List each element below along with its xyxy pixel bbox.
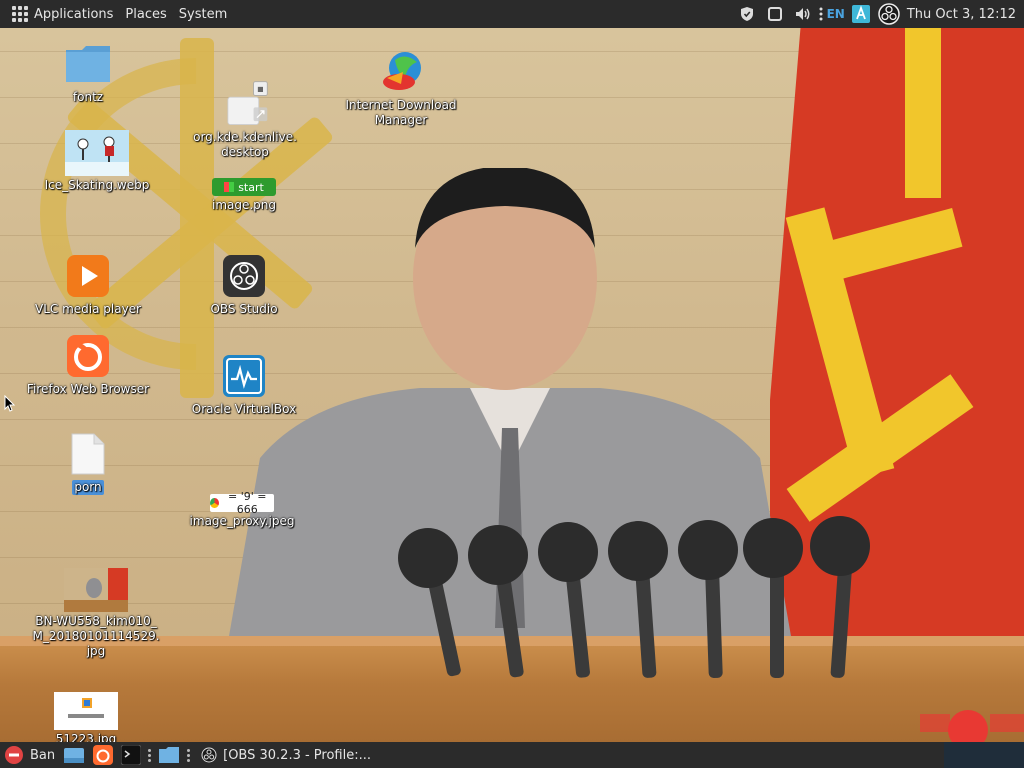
desktop-icon-label: Ice_Skating.webp (44, 178, 150, 192)
desktop-icon-virtualbox[interactable]: Oracle VirtualBox (184, 352, 304, 417)
mouse-cursor-icon (4, 395, 16, 412)
desktop-icon-51223[interactable]: 51223.jpg (44, 692, 128, 742)
language-indicator[interactable]: EN (827, 3, 845, 25)
places-menu[interactable]: Places (119, 0, 172, 28)
desktop-icon-label: image_proxy.jpeg (189, 514, 295, 528)
microphone (770, 568, 784, 678)
apps-grid-icon (12, 6, 28, 22)
image-thumbnail-icon: = '9' = 666 (210, 490, 274, 516)
top-panel: Applications Places System EN Thu Oct 3,… (0, 0, 1024, 28)
ban-button[interactable]: Ban (0, 742, 59, 768)
desktop-icon-label: Firefox Web Browser (26, 382, 150, 396)
desktop-icon-label: image.png (211, 198, 277, 212)
microphone (608, 521, 668, 581)
thumbnail-text: start (238, 180, 264, 194)
flag-fringe (905, 28, 941, 198)
places-menu-label: Places (125, 6, 167, 22)
desktop-icon-firefox[interactable]: Firefox Web Browser (20, 332, 156, 397)
background-flag (770, 28, 1024, 648)
image-thumbnail-icon: start (212, 178, 276, 196)
desktop-icon-label: VLC media player (34, 302, 141, 316)
launcher-terminal[interactable] (117, 742, 145, 768)
clock[interactable]: Thu Oct 3, 12:12 (903, 7, 1024, 22)
workspace-switcher[interactable] (944, 742, 1024, 768)
launcher-folder[interactable] (154, 742, 184, 768)
shield-icon[interactable] (736, 3, 758, 25)
system-tray: EN Thu Oct 3, 12:12 (733, 0, 1024, 28)
bottom-taskbar: Ban [OBS 30.2.3 - Profile:... (0, 742, 1024, 768)
desktop-file-icon (221, 80, 269, 128)
desktop-icon-image-proxy[interactable]: = '9' = 666 image_proxy.jpeg (182, 490, 302, 529)
applications-menu-label: Applications (34, 6, 114, 22)
firefox-icon (64, 332, 112, 380)
window-icon[interactable] (764, 3, 786, 25)
desktop-icon-label: fontz (72, 90, 104, 104)
taskbar-window-obs[interactable]: [OBS 30.2.3 - Profile:... (193, 742, 379, 768)
desktop-icon-obs[interactable]: OBS Studio (196, 252, 292, 317)
taskbar-separator (148, 748, 152, 762)
desktop-icon-label: OBS Studio (210, 302, 278, 316)
applications-menu[interactable]: Applications (0, 0, 119, 28)
idm-icon (377, 48, 425, 96)
desktop-icon-fontz[interactable]: fontz (38, 40, 138, 105)
desktop-icon-label: BN-WU558_kim010_ M_20180101114529. jpg (32, 614, 160, 658)
obs-icon (220, 252, 268, 300)
virtualbox-icon (220, 352, 268, 400)
thumbnail-text: = '9' = 666 (228, 490, 267, 516)
taskbar-window-title: [OBS 30.2.3 - Profile:... (223, 747, 372, 763)
ban-label: Ban (30, 747, 56, 763)
menu-dots-icon[interactable] (818, 3, 824, 25)
desktop-icon-vlc[interactable]: VLC media player (28, 252, 148, 317)
image-thumbnail-icon (65, 130, 129, 176)
system-menu-label: System (178, 6, 228, 22)
desktop-icon-ice-skating[interactable]: Ice_Skating.webp (38, 130, 156, 193)
launcher-files[interactable] (59, 742, 89, 768)
taskbar-separator (187, 748, 191, 762)
system-menu[interactable]: System (173, 0, 233, 28)
desktop-icon-label: Oracle VirtualBox (191, 402, 297, 416)
desktop-icon-idm[interactable]: Internet Download Manager (340, 48, 462, 128)
image-thumbnail-icon (54, 692, 118, 730)
chrome-icon (210, 498, 219, 508)
desktop-icon-kdenlive[interactable]: org.kde.kdenlive. desktop (186, 80, 304, 160)
microphone (468, 525, 528, 585)
desktop-icon-label: 51223.jpg (55, 732, 117, 742)
stop-icon (5, 746, 23, 764)
desktop-icon-label: org.kde.kdenlive. desktop (193, 130, 297, 159)
desktop-icon-label: porn (72, 480, 104, 495)
folder-small-icon (159, 747, 180, 763)
files-icon (64, 748, 85, 763)
launcher-firefox[interactable] (89, 742, 117, 768)
microphone (538, 522, 598, 582)
text-file-icon (64, 430, 112, 478)
image-thumbnail-icon (64, 568, 128, 612)
start-flag-icon (224, 182, 235, 192)
obs-tray-icon[interactable] (878, 3, 900, 25)
microphone (810, 516, 870, 576)
desktop-icon-image-png[interactable]: start image.png (196, 178, 292, 213)
terminal-icon (121, 745, 142, 765)
keyboard-icon[interactable] (850, 3, 872, 25)
desktop-icon-porn[interactable]: porn (48, 430, 128, 495)
desktop-icon-label: Internet Download Manager (345, 98, 457, 127)
folder-icon (64, 40, 112, 88)
microphone (678, 520, 738, 580)
firefox-small-icon (93, 745, 114, 765)
broadcast-logo (920, 710, 1024, 742)
obs-small-icon (201, 747, 217, 763)
microphone (398, 528, 458, 588)
microphone (743, 518, 803, 578)
vlc-icon (64, 252, 112, 300)
volume-icon[interactable] (792, 3, 814, 25)
desktop-icon-bn-image[interactable]: BN-WU558_kim010_ M_20180101114529. jpg (22, 568, 170, 659)
